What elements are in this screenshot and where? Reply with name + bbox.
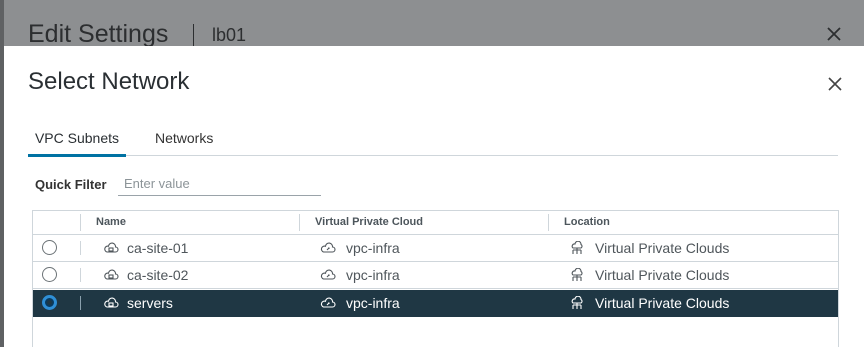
- column-header-location[interactable]: Location: [564, 216, 610, 228]
- tab-bar: VPC Subnets Networks: [28, 126, 838, 157]
- row-location: Virtual Private Clouds: [595, 240, 730, 256]
- vpc-icon: [320, 296, 336, 310]
- vpc-folder-icon: [569, 241, 585, 255]
- tab-vpc-subnets[interactable]: VPC Subnets: [28, 130, 126, 157]
- row-vpc: vpc-infra: [346, 267, 400, 283]
- row-divider: [80, 241, 81, 255]
- header-divider: [548, 214, 549, 231]
- background-dialog-subtitle: lb01: [212, 25, 247, 45]
- vpc-folder-icon: [569, 268, 585, 282]
- title-separator: [193, 24, 194, 46]
- row-radio-selected[interactable]: [42, 295, 57, 310]
- grid-header: Name Virtual Private Cloud Location: [33, 211, 838, 235]
- row-divider: [80, 296, 81, 310]
- network-grid: Name Virtual Private Cloud Location ca-s…: [32, 210, 839, 347]
- row-name: ca-site-01: [127, 240, 189, 256]
- row-vpc: vpc-infra: [346, 295, 400, 311]
- table-row[interactable]: ca-site-01 vpc-infra Virtual Private Clo…: [33, 235, 838, 262]
- modal-title: Select Network: [28, 68, 190, 95]
- vpc-icon: [320, 268, 336, 282]
- row-name: servers: [127, 295, 173, 311]
- background-dialog-title: Edit Settings: [28, 20, 169, 48]
- row-location: Virtual Private Clouds: [595, 295, 730, 311]
- header-divider: [299, 214, 300, 231]
- table-row-selected[interactable]: servers vpc-infra Virtual Private Clouds: [33, 290, 838, 317]
- row-location: Virtual Private Clouds: [595, 267, 730, 283]
- subnet-icon: [103, 241, 119, 255]
- vpc-folder-icon: [569, 296, 585, 310]
- subnet-icon: [103, 268, 119, 282]
- header-divider: [80, 214, 81, 231]
- row-radio[interactable]: [42, 240, 57, 255]
- tab-networks[interactable]: Networks: [155, 130, 213, 154]
- row-radio[interactable]: [42, 267, 57, 282]
- row-divider: [80, 268, 81, 282]
- table-row[interactable]: ca-site-02 vpc-infra Virtual Private Clo…: [33, 262, 838, 289]
- select-network-modal: Select Network VPC Subnets Networks Quic…: [4, 46, 864, 347]
- close-icon[interactable]: [828, 77, 842, 91]
- subnet-icon: [103, 296, 119, 310]
- vpc-icon: [320, 241, 336, 255]
- column-header-vpc[interactable]: Virtual Private Cloud: [315, 216, 423, 228]
- row-vpc: vpc-infra: [346, 240, 400, 256]
- row-name: ca-site-02: [127, 267, 189, 283]
- quick-filter-input[interactable]: [118, 172, 321, 196]
- column-header-name[interactable]: Name: [96, 216, 126, 228]
- background-close-icon[interactable]: [826, 26, 842, 42]
- quick-filter-label: Quick Filter: [35, 177, 107, 192]
